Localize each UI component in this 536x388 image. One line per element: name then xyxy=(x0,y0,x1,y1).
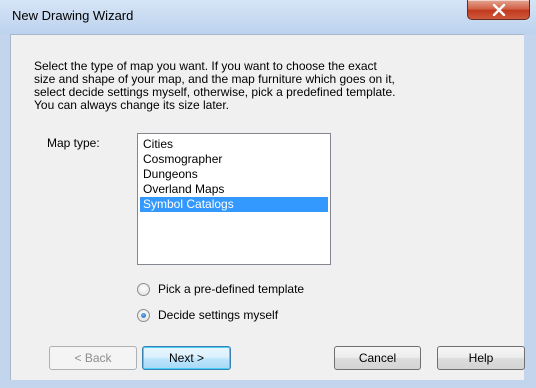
template-option[interactable]: Pick a pre-defined template xyxy=(137,282,304,296)
list-item-cities[interactable]: Cities xyxy=(140,137,328,152)
custom-settings-option[interactable]: Decide settings myself xyxy=(137,308,278,322)
template-radio[interactable] xyxy=(137,282,150,296)
map-type-label: Map type: xyxy=(47,136,100,150)
list-item-cosmographer[interactable]: Cosmographer xyxy=(140,152,328,167)
close-icon xyxy=(492,4,506,16)
custom-settings-radio[interactable] xyxy=(137,308,150,322)
help-button[interactable]: Help xyxy=(437,346,525,370)
list-item-dungeons[interactable]: Dungeons xyxy=(140,167,328,182)
close-button[interactable] xyxy=(467,0,530,20)
template-radio-label: Pick a pre-defined template xyxy=(158,282,305,296)
next-button[interactable]: Next > xyxy=(142,346,231,370)
list-item-overland-maps[interactable]: Overland Maps xyxy=(140,182,328,197)
wizard-window: New Drawing Wizard Select the type of ma… xyxy=(0,0,536,388)
cancel-button[interactable]: Cancel xyxy=(334,346,421,370)
map-type-listbox[interactable]: Cities Cosmographer Dungeons Overland Ma… xyxy=(137,133,331,265)
instructions-text: Select the type of map you want. If you … xyxy=(34,59,396,112)
window-title: New Drawing Wizard xyxy=(12,8,134,23)
back-button[interactable]: < Back xyxy=(49,346,137,370)
title-bar[interactable]: New Drawing Wizard xyxy=(0,0,536,34)
custom-settings-radio-label: Decide settings myself xyxy=(158,308,279,322)
list-item-symbol-catalogs[interactable]: Symbol Catalogs xyxy=(140,197,328,212)
